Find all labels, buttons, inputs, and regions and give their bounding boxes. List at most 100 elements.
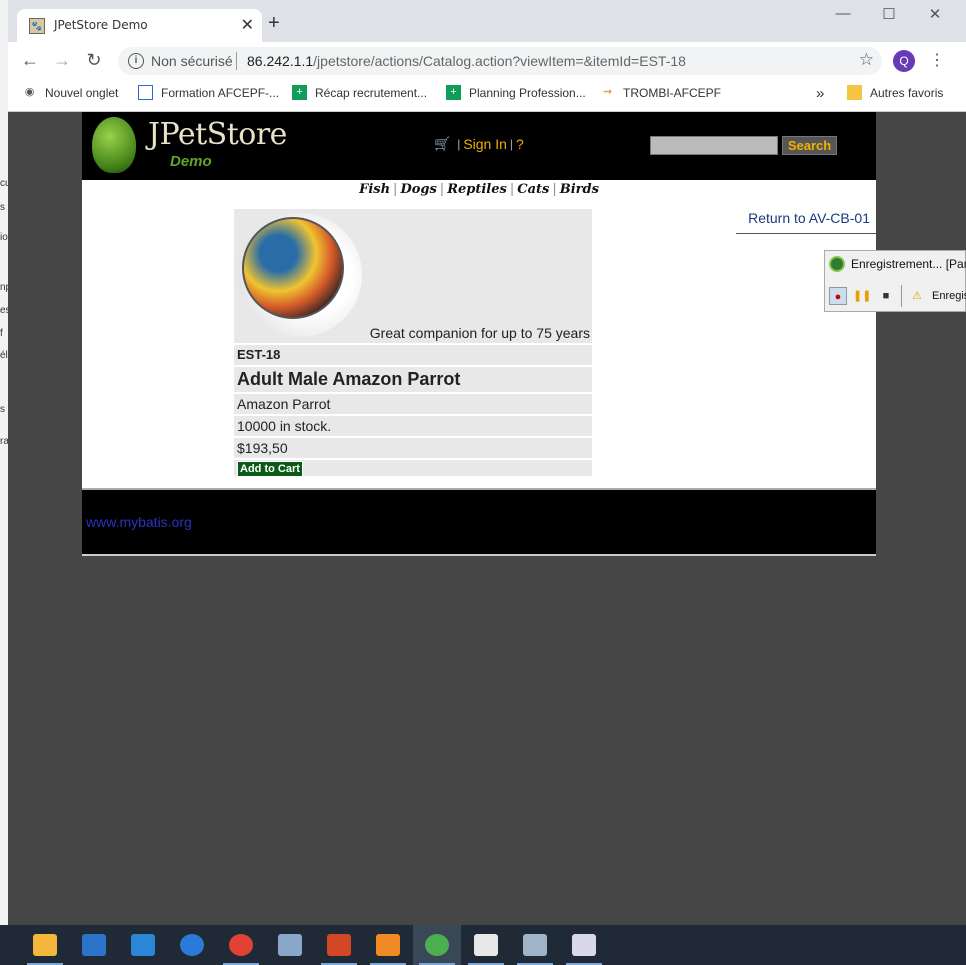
taskbar-chrome-icon[interactable] <box>217 925 265 965</box>
recorder-title: Enregistrement... [Parc <box>851 257 966 271</box>
category-fish[interactable]: Fish <box>359 182 390 197</box>
add-to-cart-row: Add to Cart <box>234 460 592 477</box>
item-product: Amazon Parrot <box>234 394 592 414</box>
url-host: 86.242.1.1 <box>247 53 314 69</box>
bookmarks-overflow-icon[interactable]: » <box>816 85 824 102</box>
bookmark-formation[interactable]: Formation AFCEPF-... <box>138 85 279 100</box>
taskview-icon[interactable]: ⁝ <box>0 925 8 965</box>
bookmark-planning[interactable]: + Planning Profession... <box>446 85 586 100</box>
store-logo[interactable]: JPetStore Demo <box>90 115 310 177</box>
taskbar-java-icon[interactable] <box>462 925 510 965</box>
bookmark-label: Planning Profession... <box>469 85 586 100</box>
sheet-icon: + <box>446 85 461 100</box>
bg-text: s <box>0 202 5 213</box>
bookmarks-bar: ◉ Nouvel onglet Formation AFCEPF-... + Réc… <box>8 80 966 112</box>
bg-text: io <box>0 232 8 243</box>
tab-jpetstore[interactable]: 🐾 JPetStore Demo ✕ <box>17 9 262 42</box>
other-bookmarks[interactable]: Autres favoris <box>847 85 943 100</box>
globe-icon: ◉ <box>24 86 35 98</box>
category-cats[interactable]: Cats <box>517 182 549 197</box>
category-birds[interactable]: Birds <box>560 182 599 197</box>
taskbar-store-icon[interactable] <box>70 925 118 965</box>
taskbar-powerpoint-icon[interactable] <box>315 925 363 965</box>
sheet-icon: + <box>292 85 307 100</box>
bookmark-star-icon[interactable]: ☆ <box>859 50 874 70</box>
bookmark-trombi[interactable]: ⇝ TROMBI-AFCEPF <box>600 85 721 100</box>
sign-in-link[interactable]: Sign In <box>463 136 507 152</box>
store-footer: www.mybatis.org <box>82 488 876 556</box>
taskbar-edge-icon[interactable] <box>168 925 216 965</box>
store-header: JPetStore Demo 🛒 | Sign In | ? Search <box>82 112 876 180</box>
folder-icon <box>847 85 862 100</box>
taskbar-recorder-app-icon[interactable] <box>413 925 461 965</box>
reload-icon[interactable]: ↻ <box>82 50 106 71</box>
bookmark-nouvel-onglet[interactable]: ◉ Nouvel onglet <box>22 85 119 100</box>
search-button[interactable]: Search <box>782 136 837 155</box>
item-detail: Great companion for up to 75 years EST-1… <box>234 209 592 477</box>
recorder-logo-icon <box>829 256 845 272</box>
header-menu: 🛒 | Sign In | ? <box>434 136 524 152</box>
mybatis-link[interactable]: www.mybatis.org <box>86 514 192 530</box>
brand-name: JPetStore <box>148 117 287 152</box>
info-icon[interactable]: i <box>128 53 144 69</box>
bookmark-label: Autres favoris <box>870 85 944 100</box>
category-nav: Fish | Dogs | Reptiles | Cats | Birds <box>359 182 599 197</box>
recorder-status: Enregistr <box>932 290 966 302</box>
menu-dots-icon[interactable]: ⋮ <box>929 50 945 70</box>
taskbar-app-blocks-icon[interactable] <box>266 925 314 965</box>
brand-sub: Demo <box>170 153 212 170</box>
taskbar: ⁝ <box>0 925 966 965</box>
forward-icon[interactable]: → <box>50 50 74 71</box>
help-link[interactable]: ? <box>516 136 524 152</box>
category-reptiles[interactable]: Reptiles <box>447 182 507 197</box>
warning-icon[interactable]: ⚠ <box>908 287 926 305</box>
url-text[interactable]: 86.242.1.1/jpetstore/actions/Catalog.act… <box>247 53 686 69</box>
profile-avatar[interactable]: Q <box>893 50 915 72</box>
category-dogs[interactable]: Dogs <box>400 182 436 197</box>
browser-window: 🐾 JPetStore Demo ✕ + — ☐ ✕ ← → ↻ i Non s… <box>8 0 966 925</box>
record-button[interactable]: ● <box>829 287 847 305</box>
pause-button[interactable]: ❚❚ <box>853 287 871 305</box>
bookmark-recap[interactable]: + Récap recrutement... <box>292 85 427 100</box>
browser-toolbar: ← → ↻ i Non sécurisé 86.242.1.1/jpetstor… <box>8 42 966 80</box>
item-name: Adult Male Amazon Parrot <box>234 367 592 392</box>
address-bar[interactable]: i Non sécurisé 86.242.1.1/jpetstore/acti… <box>118 47 882 75</box>
taskbar-file-explorer-icon[interactable] <box>21 925 69 965</box>
item-stock: 10000 in stock. <box>234 416 592 436</box>
bg-text: f <box>0 328 3 339</box>
back-icon[interactable]: ← <box>18 50 42 71</box>
bookmark-label: Formation AFCEPF-... <box>161 85 280 100</box>
bookmark-label: Nouvel onglet <box>45 85 119 100</box>
security-label: Non sécurisé <box>151 53 233 69</box>
close-window-button[interactable]: ✕ <box>912 5 958 23</box>
parrot-image <box>238 213 362 337</box>
divider <box>236 52 237 70</box>
doc-icon <box>138 85 153 100</box>
taskbar-screen-app-icon[interactable] <box>560 925 608 965</box>
url-path: /jpetstore/actions/Catalog.action?viewIt… <box>313 53 686 69</box>
favicon-icon: 🐾 <box>29 18 45 34</box>
item-price: $193,50 <box>234 438 592 458</box>
bg-text: él <box>0 350 8 361</box>
recorder-popup: Enregistrement... [Parc ● ❚❚ ■ ⚠ Enregis… <box>824 250 966 312</box>
maximize-button[interactable]: ☐ <box>866 5 912 23</box>
item-image-row: Great companion for up to 75 years <box>234 209 592 343</box>
taskbar-mail-icon[interactable] <box>119 925 167 965</box>
bookmark-label: TROMBI-AFCEPF <box>623 85 721 100</box>
add-to-cart-button[interactable]: Add to Cart <box>237 461 303 477</box>
bookmark-label: Récap recrutement... <box>315 85 428 100</box>
item-id: EST-18 <box>234 345 592 365</box>
new-tab-button[interactable]: + <box>268 12 280 35</box>
tab-strip: 🐾 JPetStore Demo ✕ + — ☐ ✕ <box>8 0 966 42</box>
return-link[interactable]: Return to AV-CB-01 <box>736 208 876 234</box>
taskbar-app-orange-icon[interactable] <box>364 925 412 965</box>
stop-button[interactable]: ■ <box>877 287 895 305</box>
tab-title: JPetStore Demo <box>54 18 148 32</box>
search-input[interactable] <box>650 136 778 155</box>
cart-icon[interactable]: 🛒 <box>434 136 450 152</box>
taskbar-monitor-app-icon[interactable] <box>511 925 559 965</box>
close-tab-icon[interactable]: ✕ <box>241 15 254 35</box>
web-page: JPetStore Demo 🛒 | Sign In | ? Search Fi… <box>82 112 876 556</box>
minimize-button[interactable]: — <box>820 5 866 22</box>
link-icon: ⇝ <box>602 86 613 98</box>
